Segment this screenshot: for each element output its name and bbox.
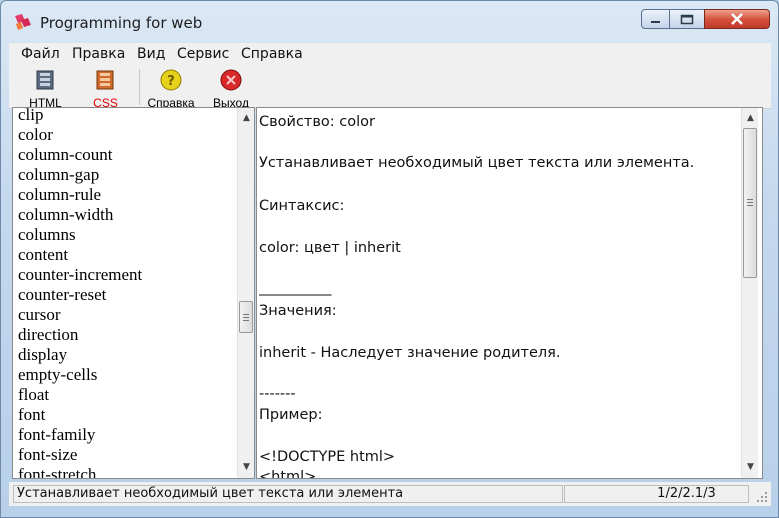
syntax-text: color: цвет | inherit: [259, 240, 401, 256]
resize-grip-icon[interactable]: [757, 492, 769, 504]
minimize-icon: [650, 21, 660, 23]
menu-service[interactable]: Сервис: [177, 46, 229, 62]
list-item[interactable]: column-count: [18, 145, 112, 165]
list-item[interactable]: empty-cells: [18, 365, 97, 385]
scroll-down-arrow-icon[interactable]: ▼: [742, 459, 759, 476]
scroll-down-arrow-icon[interactable]: ▼: [238, 459, 254, 476]
property-list[interactable]: clip color column-count column-gap colum…: [13, 108, 236, 478]
title-bar[interactable]: Programming for web: [1, 1, 778, 41]
divider-line: __________: [259, 280, 332, 296]
list-item-selected[interactable]: color: [13, 125, 231, 145]
list-item[interactable]: display: [18, 345, 67, 365]
menu-view[interactable]: Вид: [137, 46, 165, 62]
syntax-heading: Синтаксис:: [259, 198, 345, 214]
list-item[interactable]: direction: [18, 325, 78, 345]
menu-edit[interactable]: Правка: [72, 46, 125, 62]
list-item[interactable]: column-gap: [18, 165, 99, 185]
toolbar: HTML CSS ? Справка Выход: [9, 65, 771, 110]
window-title: Programming for web: [40, 14, 203, 32]
detail-scroll-thumb[interactable]: [743, 128, 757, 278]
help-button[interactable]: ? Справка: [142, 67, 200, 110]
property-list-pane: clip color column-count column-gap colum…: [12, 107, 255, 479]
html-book-icon: [36, 70, 53, 90]
list-scroll-thumb[interactable]: [239, 301, 253, 333]
example-heading: Пример:: [259, 407, 323, 423]
dashes-line: -------: [259, 386, 296, 402]
exit-icon: [220, 69, 242, 91]
list-item[interactable]: counter-reset: [18, 285, 106, 305]
svg-text:?: ?: [167, 74, 175, 89]
scroll-up-arrow-icon[interactable]: ▲: [238, 110, 254, 127]
maximize-button[interactable]: [669, 9, 705, 29]
minimize-button[interactable]: [641, 9, 670, 29]
list-item[interactable]: font-size: [18, 445, 77, 465]
help-icon: ?: [160, 69, 182, 91]
menu-file[interactable]: Файл: [21, 46, 60, 62]
example-code-line: <html>: [259, 469, 317, 478]
close-icon: [731, 13, 743, 25]
list-item[interactable]: clip: [18, 108, 44, 125]
list-item[interactable]: font-stretch: [18, 465, 96, 478]
html-button[interactable]: HTML: [23, 67, 68, 110]
menu-help[interactable]: Справка: [241, 46, 303, 62]
list-item[interactable]: column-rule: [18, 185, 101, 205]
detail-scrollbar[interactable]: ▲ ▼: [741, 108, 758, 478]
status-message: Устанавливает необходимый цвет текста ил…: [13, 485, 563, 503]
list-item[interactable]: column-width: [18, 205, 113, 225]
scroll-up-arrow-icon[interactable]: ▲: [742, 110, 759, 127]
property-detail-pane: Свойство: color Устанавливает необходимы…: [256, 107, 763, 479]
css-book-icon: [96, 70, 113, 90]
list-item[interactable]: cursor: [18, 305, 60, 325]
list-item[interactable]: counter-increment: [18, 265, 142, 285]
status-bar: Устанавливает необходимый цвет текста ил…: [9, 482, 771, 506]
app-window: Programming for web Файл Правка Вид Серв…: [0, 0, 779, 518]
toolbar-separator: [139, 69, 140, 105]
list-item[interactable]: font: [18, 405, 45, 425]
status-version: 1/2/2.1/3: [564, 485, 749, 503]
property-title: Свойство: color: [259, 114, 375, 130]
close-button[interactable]: [704, 9, 770, 29]
app-icon: [15, 14, 31, 30]
exit-button[interactable]: Выход: [207, 67, 255, 110]
values-heading: Значения:: [259, 303, 337, 319]
list-item[interactable]: content: [18, 245, 68, 265]
property-summary: Устанавливает необходимый цвет текста ил…: [259, 155, 695, 171]
list-item[interactable]: font-family: [18, 425, 95, 445]
list-item[interactable]: float: [18, 385, 49, 405]
example-code-line: <!DOCTYPE html>: [259, 449, 396, 465]
values-text: inherit - Наследует значение родителя.: [259, 345, 561, 361]
list-scrollbar[interactable]: ▲ ▼: [237, 108, 254, 478]
property-description[interactable]: Свойство: color Устанавливает необходимы…: [259, 108, 739, 478]
list-item[interactable]: columns: [18, 225, 76, 245]
maximize-icon: [680, 14, 694, 24]
css-button[interactable]: CSS: [83, 67, 128, 110]
menu-bar: Файл Правка Вид Сервис Справка: [9, 43, 771, 66]
